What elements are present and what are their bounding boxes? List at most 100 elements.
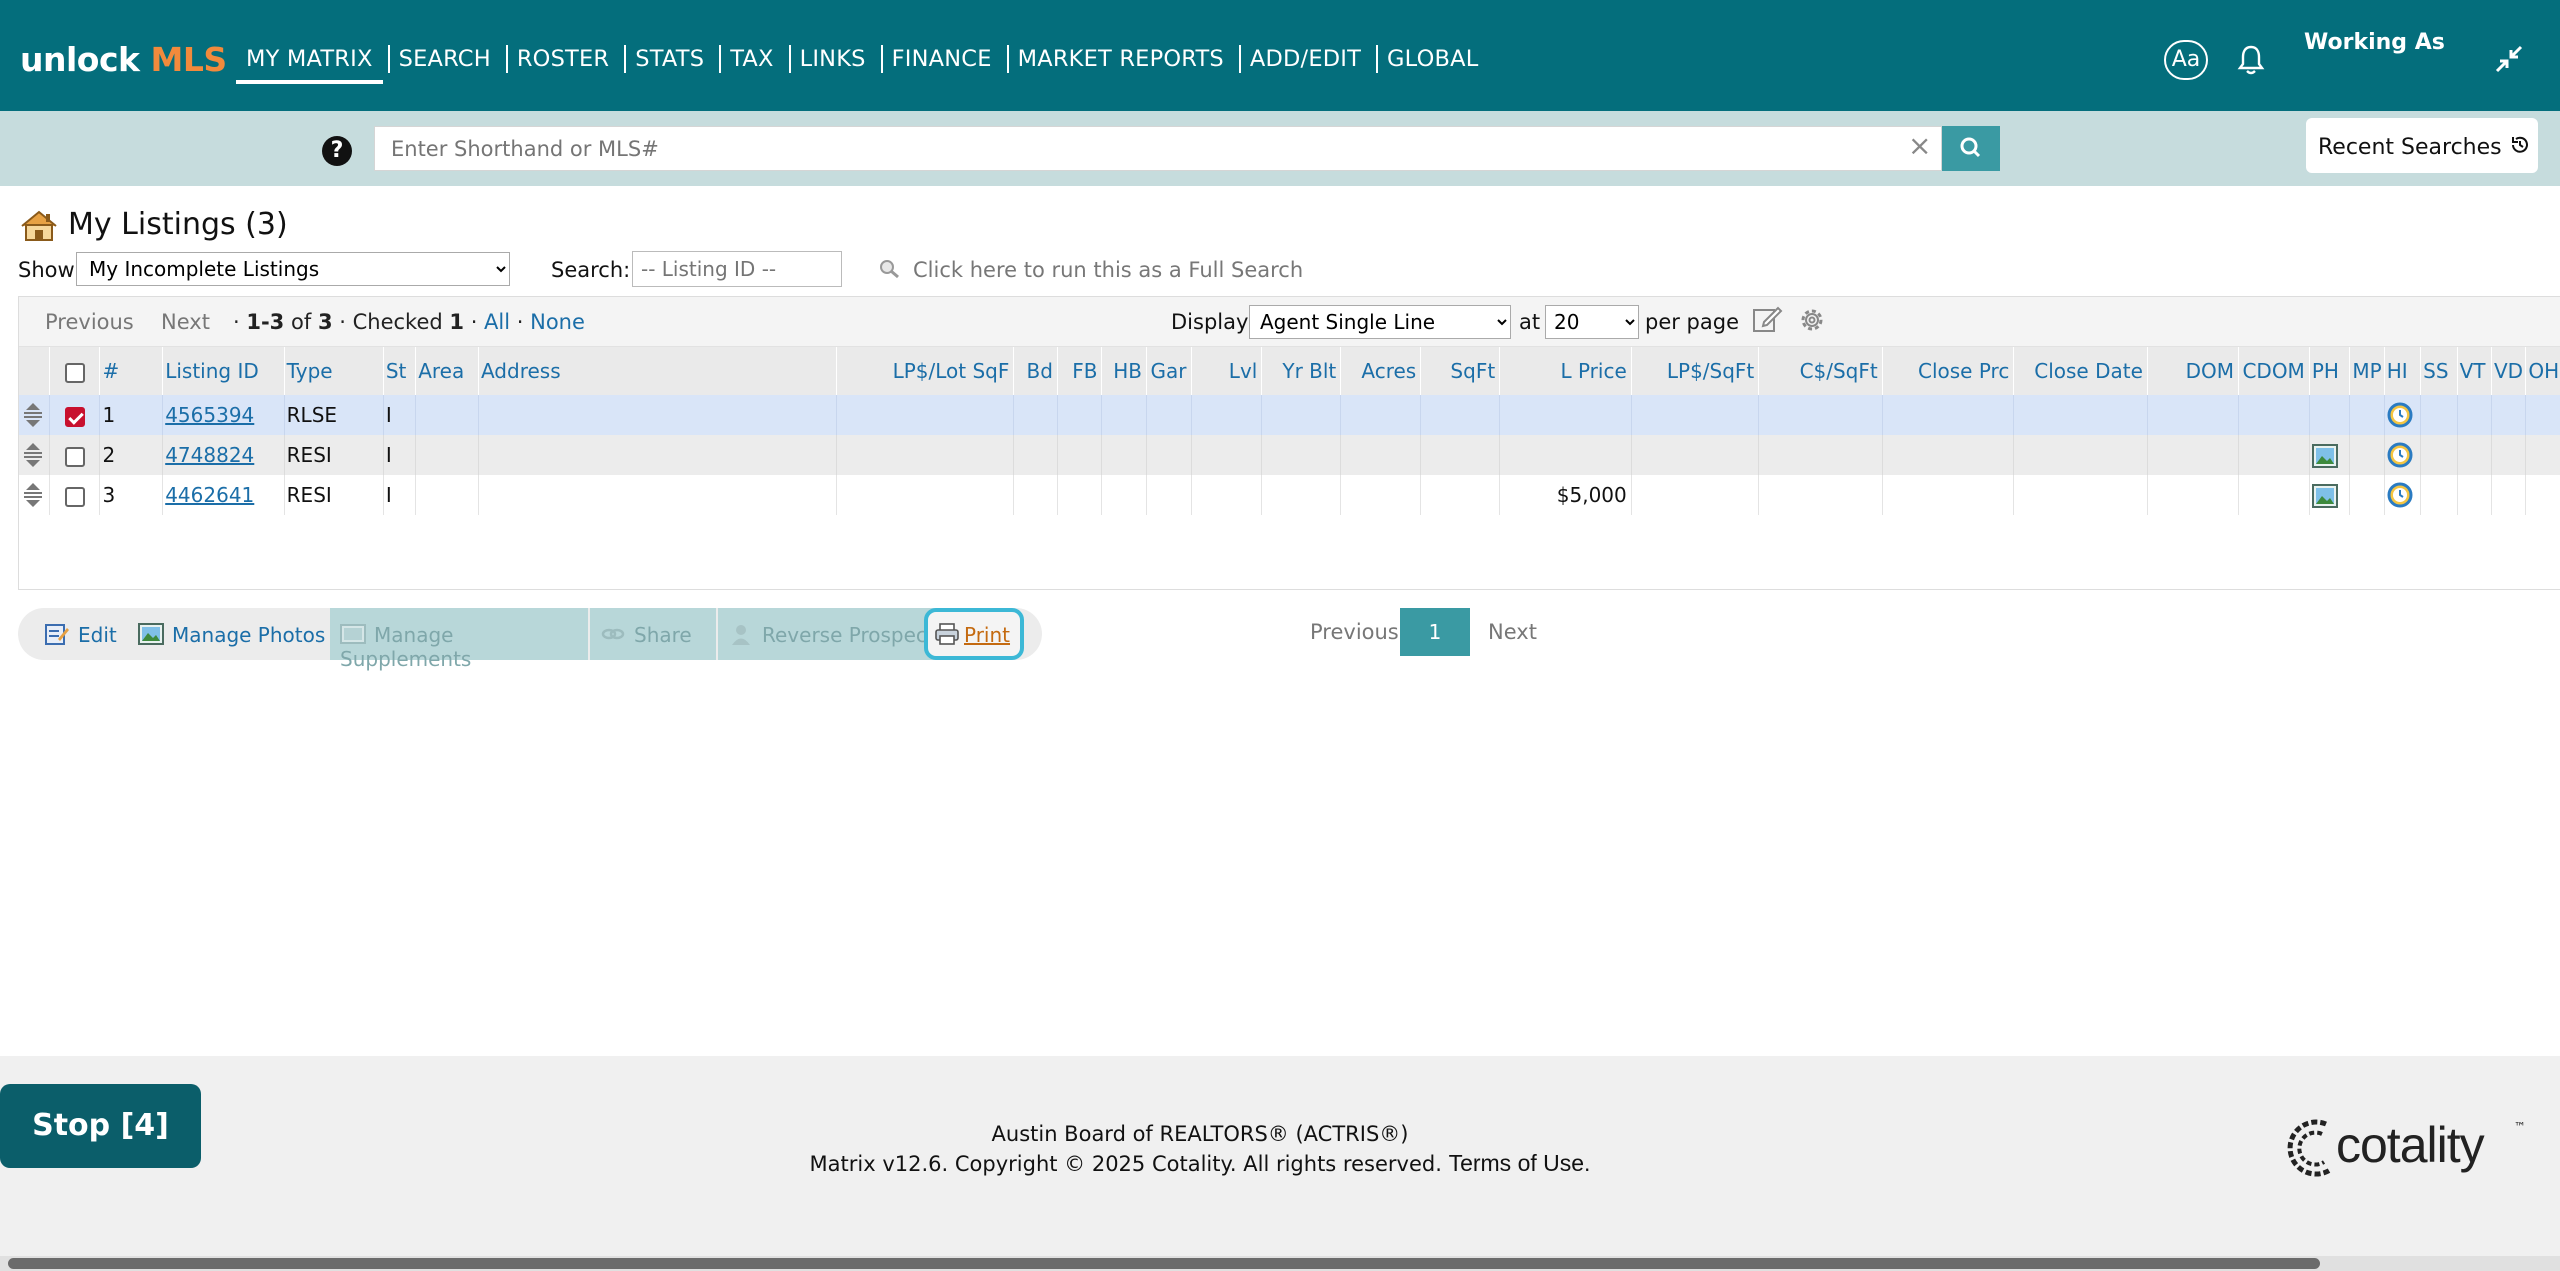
table-row[interactable]: 3 4462641 RESI I $5,000 xyxy=(19,475,2560,515)
display-format-select[interactable]: Agent Single Line xyxy=(1249,305,1511,339)
nav-stats[interactable]: STATS xyxy=(624,36,720,84)
working-as-label[interactable]: Working As xyxy=(2304,30,2445,55)
table-row[interactable]: 1 4565394 RLSE I xyxy=(19,395,2560,435)
edit-button[interactable]: Edit xyxy=(44,608,117,660)
nav-finance[interactable]: FINANCE xyxy=(880,36,1008,84)
nav-roster[interactable]: ROSTER xyxy=(505,36,625,84)
photo-icon[interactable] xyxy=(2311,483,2338,508)
unlock-mls-logo[interactable]: unlock MLS xyxy=(20,40,227,79)
terms-of-use-link[interactable]: Terms of Use. xyxy=(1449,1150,1591,1176)
header-vd[interactable]: VD xyxy=(2491,347,2527,395)
header-lp-lot-sqft[interactable]: LP$/Lot SqF xyxy=(836,347,1015,395)
row-history-cell[interactable] xyxy=(2384,475,2422,515)
header-mp[interactable]: MP xyxy=(2349,347,2385,395)
header-number[interactable]: # xyxy=(99,347,164,395)
manage-photos-button[interactable]: Manage Photos xyxy=(138,608,325,660)
gear-icon[interactable] xyxy=(1797,305,1827,335)
header-oh[interactable]: OH xyxy=(2525,347,2560,395)
header-type[interactable]: Type xyxy=(284,347,384,395)
row-drag-handle[interactable] xyxy=(19,475,50,515)
header-select-all[interactable] xyxy=(49,347,101,395)
manage-supplements-button[interactable]: Manage Supplements xyxy=(330,608,588,671)
nav-links[interactable]: LINKS xyxy=(788,36,882,84)
edit-display-icon[interactable] xyxy=(1751,303,1783,335)
row-checkbox[interactable] xyxy=(64,446,85,467)
photo-icon[interactable] xyxy=(2311,443,2338,468)
header-close-prc[interactable]: Close Prc xyxy=(1882,347,2015,395)
recent-searches-button[interactable]: Recent Searches xyxy=(2306,118,2538,173)
shorthand-search-input[interactable] xyxy=(374,126,1942,171)
row-drag-handle[interactable] xyxy=(19,395,50,435)
row-checkbox-cell[interactable] xyxy=(49,435,101,475)
header-acres[interactable]: Acres xyxy=(1340,347,1422,395)
nav-tax[interactable]: TAX xyxy=(719,36,789,84)
text-size-button[interactable]: Aa xyxy=(2164,40,2208,80)
nav-search[interactable]: SEARCH xyxy=(387,36,507,84)
bottom-next-link[interactable]: Next xyxy=(1488,620,1537,644)
listing-id-link[interactable]: 4565394 xyxy=(165,403,254,427)
header-area[interactable]: Area xyxy=(415,347,479,395)
bottom-previous-link[interactable]: Previous xyxy=(1310,620,1399,644)
collapse-icon[interactable] xyxy=(2494,44,2524,74)
history-clock-icon[interactable] xyxy=(2387,442,2413,468)
bell-icon[interactable] xyxy=(2236,44,2266,76)
row-checkbox[interactable] xyxy=(64,406,85,427)
listing-id-link[interactable]: 4462641 xyxy=(165,483,254,507)
row-checkbox-cell[interactable] xyxy=(49,475,101,515)
nav-global[interactable]: GLOBAL xyxy=(1376,36,1494,84)
check-all-link[interactable]: All xyxy=(484,310,510,334)
full-search-link[interactable]: Click here to run this as a Full Search xyxy=(913,258,1303,282)
horizontal-scrollbar[interactable] xyxy=(0,1256,2560,1271)
share-button[interactable]: Share xyxy=(590,608,716,660)
print-button[interactable]: Print xyxy=(924,608,1024,660)
listing-id-search-input[interactable] xyxy=(632,251,842,287)
nav-my-matrix[interactable]: MY MATRIX xyxy=(236,36,389,84)
listing-id-link[interactable]: 4748824 xyxy=(165,443,254,467)
row-photo-cell[interactable] xyxy=(2309,475,2351,515)
header-gar[interactable]: Gar xyxy=(1146,347,1192,395)
help-icon[interactable]: ? xyxy=(322,136,352,166)
header-sqft[interactable]: SqFt xyxy=(1420,347,1501,395)
clear-search-icon[interactable]: × xyxy=(1908,129,1931,162)
nav-market-reports[interactable]: MARKET REPORTS xyxy=(1006,36,1240,84)
select-all-checkbox[interactable] xyxy=(64,362,85,383)
row-checkbox[interactable] xyxy=(64,486,85,507)
page-number-1[interactable]: 1 xyxy=(1400,608,1470,656)
stop-button[interactable]: Stop [4] xyxy=(0,1084,201,1168)
next-page-link[interactable]: Next xyxy=(161,310,210,334)
header-cdom[interactable]: CDOM xyxy=(2238,347,2310,395)
history-clock-icon[interactable] xyxy=(2387,482,2413,508)
header-lvl[interactable]: Lvl xyxy=(1191,347,1263,395)
header-vt[interactable]: VT xyxy=(2457,347,2492,395)
row-history-cell[interactable] xyxy=(2384,435,2422,475)
header-ss[interactable]: SS xyxy=(2420,347,2458,395)
header-status[interactable]: St xyxy=(383,347,417,395)
header-address[interactable]: Address xyxy=(478,347,838,395)
row-drag-handle[interactable] xyxy=(19,435,50,475)
previous-page-link[interactable]: Previous xyxy=(45,310,134,334)
check-none-link[interactable]: None xyxy=(530,310,585,334)
row-history-cell[interactable] xyxy=(2384,395,2422,435)
header-l-price[interactable]: L Price xyxy=(1499,347,1632,395)
row-photo-cell[interactable] xyxy=(2309,435,2351,475)
header-close-date[interactable]: Close Date xyxy=(2013,347,2148,395)
header-dom[interactable]: DOM xyxy=(2147,347,2239,395)
header-bd[interactable]: Bd xyxy=(1013,347,1058,395)
scrollbar-thumb[interactable] xyxy=(8,1258,2320,1269)
row-checkbox-cell[interactable] xyxy=(49,395,101,435)
page-size-select[interactable]: 20 xyxy=(1545,305,1639,339)
header-c-sqft[interactable]: C$/SqFt xyxy=(1758,347,1883,395)
reverse-prospect-button[interactable]: Reverse Prospect xyxy=(718,608,936,660)
history-clock-icon[interactable] xyxy=(2387,402,2413,428)
search-button[interactable] xyxy=(1942,126,2000,171)
header-hi[interactable]: HI xyxy=(2384,347,2422,395)
header-listing-id[interactable]: Listing ID xyxy=(162,347,285,395)
nav-add-edit[interactable]: ADD/EDIT xyxy=(1238,36,1377,84)
header-fb[interactable]: FB xyxy=(1057,347,1103,395)
header-ph[interactable]: PH xyxy=(2309,347,2351,395)
header-lp-sqft[interactable]: LP$/SqFt xyxy=(1631,347,1760,395)
header-yr-blt[interactable]: Yr Blt xyxy=(1261,347,1342,395)
show-listings-select[interactable]: My Incomplete Listings xyxy=(76,252,510,286)
header-hb[interactable]: HB xyxy=(1101,347,1147,395)
table-row[interactable]: 2 4748824 RESI I xyxy=(19,435,2560,475)
